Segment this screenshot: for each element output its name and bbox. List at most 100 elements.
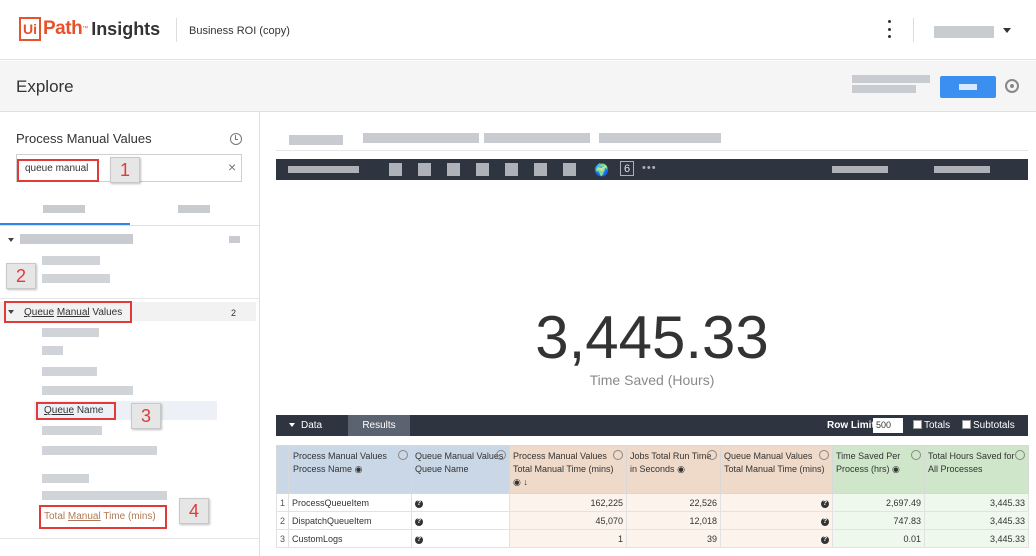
cell-qm-time[interactable]: ? xyxy=(720,493,834,512)
user-name-redacted[interactable] xyxy=(934,26,994,38)
tab-data[interactable]: Data xyxy=(301,420,322,431)
row-number: 2 xyxy=(275,511,290,530)
viz-type-column-icon[interactable] xyxy=(418,163,431,176)
uipath-insights-logo[interactable]: Ui Path ™ Insights xyxy=(19,16,160,42)
field-redacted[interactable] xyxy=(42,274,110,283)
cell-saved[interactable]: 2,697.49 xyxy=(832,493,926,512)
column-header[interactable]: Time Saved Per Process (hrs) ◉ xyxy=(832,445,926,494)
totals-checkbox[interactable] xyxy=(913,420,922,429)
filter-item-redacted[interactable] xyxy=(484,133,590,143)
null-value-icon: ? xyxy=(821,500,830,508)
viz-option-redacted[interactable] xyxy=(934,166,990,173)
annotation-badge-3: 3 xyxy=(131,403,161,429)
viz-type-line-icon[interactable] xyxy=(505,163,518,176)
column-header[interactable]: Jobs Total Run Time in Seconds ◉ xyxy=(626,445,722,494)
gear-icon[interactable] xyxy=(707,450,718,460)
viz-type-scatter-icon[interactable] xyxy=(476,163,489,176)
table-row[interactable]: 3 CustomLogs ? 1 39 ? 0.01 3,445.33 xyxy=(275,529,1030,548)
viz-type-area-icon[interactable] xyxy=(534,163,547,176)
chevron-down-icon[interactable] xyxy=(1003,28,1011,33)
cell-qm-time[interactable]: ? xyxy=(720,529,834,548)
cell-jobs[interactable]: 12,018 xyxy=(626,511,722,530)
cell-jobs[interactable]: 39 xyxy=(626,529,722,548)
column-header[interactable]: Process Manual Values Total Manual Time … xyxy=(509,445,628,494)
cell-process[interactable]: ProcessQueueItem xyxy=(288,493,413,512)
cell-qm-time[interactable]: ? xyxy=(720,511,834,530)
cell-queue[interactable]: ? xyxy=(411,511,511,530)
tab-results[interactable]: Results xyxy=(348,415,410,436)
close-icon[interactable]: × xyxy=(228,159,236,175)
gear-icon[interactable] xyxy=(1015,450,1026,460)
annotation-badge-2: 2 xyxy=(6,263,36,289)
viz-type-pie-icon[interactable] xyxy=(563,163,576,176)
view-name-redacted[interactable] xyxy=(20,234,133,244)
field-redacted[interactable] xyxy=(42,328,99,337)
eye-icon: ◉ xyxy=(354,464,363,474)
cell-queue[interactable]: ? xyxy=(411,529,511,548)
status-redacted-1 xyxy=(852,75,930,83)
annotation-box-3 xyxy=(36,402,116,420)
cell-total[interactable]: 3,445.33 xyxy=(924,493,1030,512)
chevron-down-icon[interactable] xyxy=(289,423,295,427)
gear-icon[interactable] xyxy=(496,450,507,460)
cell-pm-time[interactable]: 162,225 xyxy=(509,493,628,512)
field-redacted[interactable] xyxy=(42,386,133,395)
explore-name: Process Manual Values xyxy=(16,131,152,146)
gear-icon[interactable] xyxy=(613,450,624,460)
more-viz-icon[interactable]: ••• xyxy=(642,162,657,174)
viz-type-table-icon[interactable] xyxy=(389,163,402,176)
viz-option-redacted[interactable] xyxy=(832,166,888,173)
run-button[interactable] xyxy=(940,76,996,98)
cell-process[interactable]: DispatchQueueItem xyxy=(288,511,413,530)
row-limit-input[interactable]: 500 xyxy=(873,418,903,433)
table-row[interactable]: 1 ProcessQueueItem ? 162,225 22,526 ? 2,… xyxy=(275,493,1030,512)
more-options-icon[interactable] xyxy=(886,20,892,38)
gear-icon[interactable] xyxy=(911,450,922,460)
field-redacted[interactable] xyxy=(42,426,102,435)
column-header[interactable]: Process Manual Values Process Name ◉ xyxy=(288,445,413,494)
table-header-row: Process Manual Values Process Name ◉ Que… xyxy=(275,445,1030,494)
visualization-label-redacted[interactable] xyxy=(288,166,359,173)
eye-icon: ◉ xyxy=(677,464,685,474)
cell-pm-time[interactable]: 45,070 xyxy=(509,511,628,530)
filter-item-redacted[interactable] xyxy=(599,133,721,143)
subtotals-checkbox[interactable] xyxy=(962,420,971,429)
cell-queue[interactable]: ? xyxy=(411,493,511,512)
cell-jobs[interactable]: 22,526 xyxy=(626,493,722,512)
cell-process[interactable]: CustomLogs xyxy=(288,529,413,548)
field-redacted[interactable] xyxy=(42,446,157,455)
cell-saved[interactable]: 0.01 xyxy=(832,529,926,548)
field-redacted[interactable] xyxy=(42,491,167,500)
field-redacted[interactable] xyxy=(42,474,89,483)
history-icon[interactable] xyxy=(230,133,242,145)
field-redacted[interactable] xyxy=(42,256,100,265)
column-header[interactable]: Queue Manual Values Queue Name xyxy=(411,445,511,494)
field-redacted[interactable] xyxy=(42,346,63,355)
gear-icon[interactable] xyxy=(1005,79,1019,93)
gear-icon[interactable] xyxy=(398,450,409,460)
single-value: 3,445.33 xyxy=(535,304,769,371)
filters-redacted[interactable] xyxy=(289,135,343,145)
cell-saved[interactable]: 747.83 xyxy=(832,511,926,530)
column-header[interactable]: Queue Manual Values Total Manual Time (m… xyxy=(720,445,834,494)
column-header[interactable]: Total Hours Saved for All Processes xyxy=(924,445,1030,494)
tab-all-fields[interactable] xyxy=(43,205,85,213)
viz-type-single-value-icon[interactable]: 6 xyxy=(620,161,634,176)
viz-type-map-icon[interactable]: 🌍 xyxy=(594,163,609,177)
view-field-count: 2 xyxy=(231,308,237,318)
results-table: Process Manual Values Process Name ◉ Que… xyxy=(275,445,1030,548)
cell-total[interactable]: 3,445.33 xyxy=(924,529,1030,548)
null-value-icon: ? xyxy=(415,500,424,508)
data-bar: Data Results Row Limit 500 Totals Subtot… xyxy=(276,415,1028,436)
cell-total[interactable]: 3,445.33 xyxy=(924,511,1030,530)
cell-pm-time[interactable]: 1 xyxy=(509,529,628,548)
field-redacted[interactable] xyxy=(42,367,97,376)
tab-in-use[interactable] xyxy=(178,205,210,213)
filter-item-redacted[interactable] xyxy=(363,133,479,143)
row-limit-label: Row Limit xyxy=(827,420,875,431)
viz-type-bar-icon[interactable] xyxy=(447,163,460,176)
null-value-icon: ? xyxy=(821,536,830,544)
table-row[interactable]: 2 DispatchQueueItem ? 45,070 12,018 ? 74… xyxy=(275,511,1030,530)
chevron-down-icon[interactable] xyxy=(8,238,14,242)
gear-icon[interactable] xyxy=(819,450,830,460)
